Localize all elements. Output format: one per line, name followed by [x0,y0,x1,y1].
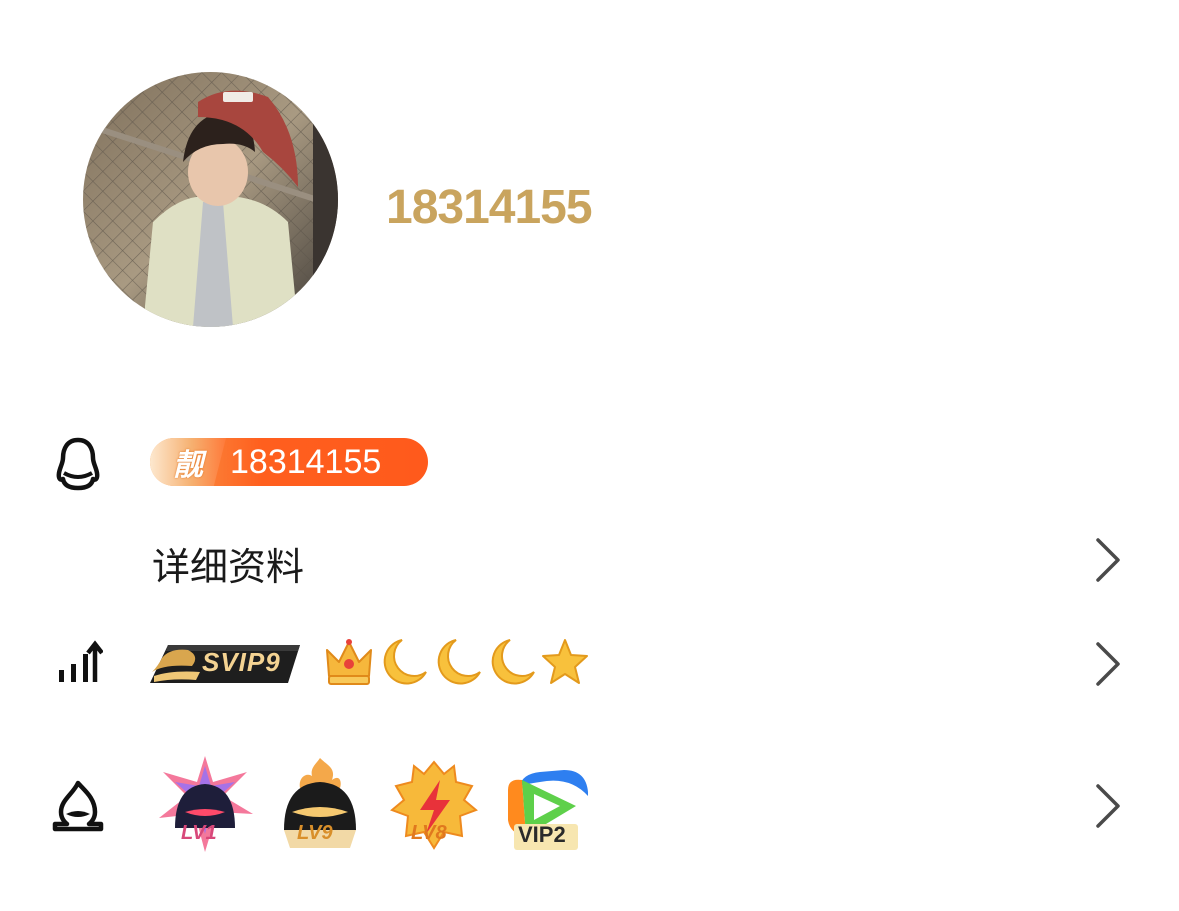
badge-lv9-label: LV9 [297,822,333,844]
avatar[interactable] [83,72,338,327]
pretty-tag: 靓 [150,438,226,486]
pretty-number-badge[interactable]: 靓 18314155 [150,438,428,486]
badge-vip2-label: VIP2 [518,822,566,847]
moon-icon [437,639,481,685]
user-photo-icon [83,72,338,327]
star-icon [542,639,588,684]
profile-card: 18314155 靓 18314155 详细资料 SVIP9 LV1 LV9 L… [0,0,1179,911]
moon-icon [491,639,535,685]
crown-icon [326,639,372,685]
moon-icon [383,639,427,685]
level-up-icon [54,640,104,684]
badge-lv8-label: LV8 [411,822,447,844]
nickname: 18314155 [386,181,593,234]
badge-lv1-label: LV1 [181,822,217,844]
detail-profile-label: 详细资料 [152,545,305,589]
svip-label: SVIP9 [202,647,281,677]
chevron-right-icon[interactable] [1094,536,1122,584]
flame-icon [50,780,106,832]
chevron-right-icon[interactable] [1094,782,1122,830]
chevron-right-icon[interactable] [1094,640,1122,688]
penguin-icon [52,436,104,492]
qq-number: 18314155 [230,442,382,481]
